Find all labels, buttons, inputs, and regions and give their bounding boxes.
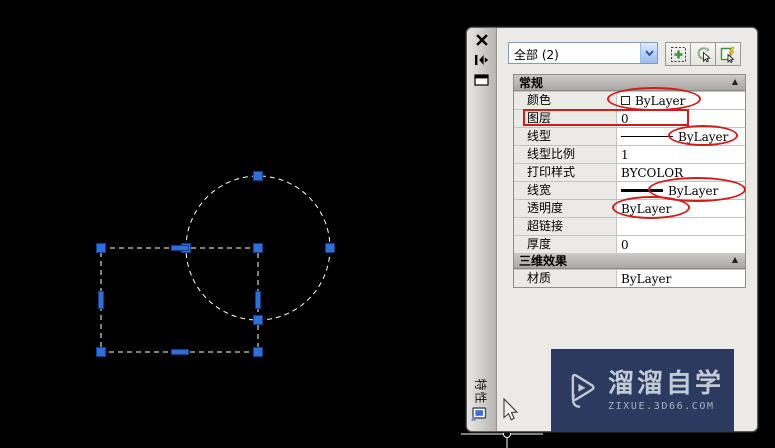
row-lineweight-label: 线宽: [514, 182, 617, 199]
row-transparency-label: 透明度: [514, 200, 617, 217]
property-grid: 常规 ▲ 颜色 ByLayer 图层 0 线型 ByLayer 线型比例 1 打…: [513, 74, 746, 288]
grip-rect-topmid[interactable]: [171, 245, 189, 251]
row-transparency-value[interactable]: ByLayer: [617, 200, 745, 217]
row-material-value[interactable]: ByLayer: [617, 270, 745, 287]
row-lineweight-value[interactable]: ByLayer: [617, 182, 745, 199]
linetype-sample: [621, 136, 673, 137]
row-lineweight: 线宽 ByLayer: [514, 181, 745, 199]
grip-rect-bottommid[interactable]: [171, 349, 189, 355]
auto-hide-icon[interactable]: [473, 52, 491, 68]
row-material-label: 材质: [514, 270, 617, 287]
row-color-label: 颜色: [514, 92, 617, 109]
grip-rect-bottomleft[interactable]: [96, 347, 106, 357]
row-hyperlink: 超链接: [514, 217, 745, 235]
palette-toolbar: 全部 (2): [508, 42, 749, 66]
section-header-general[interactable]: 常规 ▲: [514, 75, 745, 91]
row-linetype-label: 线型: [514, 128, 617, 145]
row-thickness-label: 厚度: [514, 236, 617, 253]
grip-rect-rightmid[interactable]: [255, 291, 261, 309]
selected-rectangle[interactable]: [100, 247, 259, 353]
palette-toolbar-buttons: [665, 42, 741, 66]
palette-menu-icon[interactable]: [473, 72, 491, 88]
grip-rect-topright-circle-center[interactable]: [253, 243, 263, 253]
color-swatch: [621, 96, 630, 105]
grip-rect-leftmid[interactable]: [98, 291, 104, 309]
row-thickness: 厚度 0: [514, 235, 745, 253]
watermark-play-logo: [571, 373, 595, 408]
row-hyperlink-value[interactable]: [617, 218, 745, 235]
canvas-artifact-line: [461, 430, 543, 448]
row-layer-label: 图层: [514, 110, 617, 127]
watermark-site: ZIXUE.3D66.COM: [607, 401, 715, 412]
palette-properties-icon: [470, 407, 487, 426]
row-plotstyle-value[interactable]: BYCOLOR: [617, 164, 745, 181]
row-linetype-scale-value[interactable]: 1: [617, 146, 745, 163]
collapse-icon[interactable]: ▲: [732, 255, 738, 264]
select-objects-icon: [697, 46, 711, 62]
object-type-dropdown[interactable]: 全部 (2): [508, 42, 658, 64]
grip-rect-topleft[interactable]: [96, 243, 106, 253]
row-color: 颜色 ByLayer: [514, 91, 745, 109]
row-hyperlink-label: 超链接: [514, 218, 617, 235]
palette-titlebar[interactable]: 特性: [467, 28, 497, 431]
toggle-pickadd-button[interactable]: [665, 42, 691, 66]
grip-circle-right[interactable]: [325, 243, 335, 253]
grip-circle-bottom[interactable]: [253, 315, 263, 325]
palette-title: 特性: [473, 377, 488, 405]
section-title: 常规: [519, 76, 544, 90]
row-transparency: 透明度 ByLayer: [514, 199, 745, 217]
row-layer: 图层 0: [514, 109, 745, 127]
select-objects-button[interactable]: [690, 42, 716, 66]
row-linetype-scale-label: 线型比例: [514, 146, 617, 163]
quick-select-button[interactable]: [715, 42, 741, 66]
watermark: 溜溜自学 ZIXUE.3D66.COM: [551, 349, 734, 432]
row-thickness-value[interactable]: 0: [617, 236, 745, 253]
grip-circle-top[interactable]: [253, 171, 263, 181]
row-color-value[interactable]: ByLayer: [617, 92, 745, 109]
close-icon[interactable]: [473, 32, 491, 48]
section-header-3d-effects[interactable]: 三维效果 ▲: [514, 253, 745, 269]
row-linetype-scale: 线型比例 1: [514, 145, 745, 163]
selection-grips[interactable]: [96, 171, 335, 357]
object-type-value: 全部 (2): [514, 48, 559, 62]
watermark-brand: 溜溜自学: [607, 369, 724, 399]
pickadd-icon: [670, 46, 686, 62]
row-plotstyle-label: 打印样式: [514, 164, 617, 181]
lineweight-sample: [621, 189, 663, 192]
row-layer-value[interactable]: 0: [617, 110, 745, 127]
chevron-down-icon[interactable]: [640, 43, 657, 63]
quick-select-icon: [720, 46, 735, 63]
row-linetype: 线型 ByLayer: [514, 127, 745, 145]
row-plotstyle: 打印样式 BYCOLOR: [514, 163, 745, 181]
section-title: 三维效果: [519, 254, 568, 268]
row-linetype-value[interactable]: ByLayer: [617, 128, 745, 145]
collapse-icon[interactable]: ▲: [732, 77, 738, 86]
grip-rect-bottomright[interactable]: [253, 347, 263, 357]
row-material: 材质 ByLayer: [514, 269, 745, 287]
